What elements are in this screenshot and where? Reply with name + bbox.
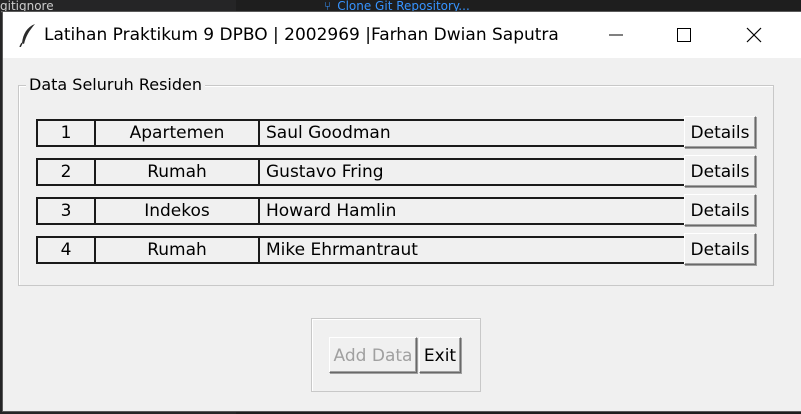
row-number: 2 bbox=[36, 158, 96, 186]
row-number: 4 bbox=[36, 236, 96, 264]
minimize-icon bbox=[609, 34, 623, 36]
row-number: 3 bbox=[36, 197, 96, 225]
title-bar[interactable]: Latihan Praktikum 9 DPBO | 2002969 |Farh… bbox=[3, 12, 801, 58]
explorer-file-item[interactable]: gitignore bbox=[0, 0, 54, 12]
row-type: Rumah bbox=[94, 158, 260, 186]
details-button[interactable]: Details bbox=[684, 194, 756, 226]
row-type: Rumah bbox=[94, 236, 260, 264]
exit-button[interactable]: Exit bbox=[419, 337, 461, 373]
window-title: Latihan Praktikum 9 DPBO | 2002969 |Farh… bbox=[44, 25, 559, 45]
app-window: Latihan Praktikum 9 DPBO | 2002969 |Farh… bbox=[3, 12, 801, 411]
row-number: 1 bbox=[36, 119, 96, 147]
details-button[interactable]: Details bbox=[684, 116, 756, 148]
clone-repo-link[interactable]: ⑂ Clone Git Repository... bbox=[324, 0, 470, 12]
residents-frame-label: Data Seluruh Residen bbox=[26, 75, 205, 94]
row-name: Howard Hamlin bbox=[258, 197, 688, 225]
feather-icon bbox=[19, 24, 35, 47]
close-icon bbox=[746, 27, 762, 43]
row-type: Indekos bbox=[94, 197, 260, 225]
add-data-button[interactable]: Add Data bbox=[329, 337, 417, 373]
row-name: Gustavo Fring bbox=[258, 158, 688, 186]
row-name: Saul Goodman bbox=[258, 119, 688, 147]
maximize-button[interactable] bbox=[651, 12, 717, 58]
details-button[interactable]: Details bbox=[684, 233, 756, 265]
details-button[interactable]: Details bbox=[684, 155, 756, 187]
maximize-icon bbox=[677, 28, 691, 42]
close-button[interactable] bbox=[721, 12, 787, 58]
row-name: Mike Ehrmantraut bbox=[258, 236, 688, 264]
minimize-button[interactable] bbox=[583, 12, 649, 58]
row-type: Apartemen bbox=[94, 119, 260, 147]
